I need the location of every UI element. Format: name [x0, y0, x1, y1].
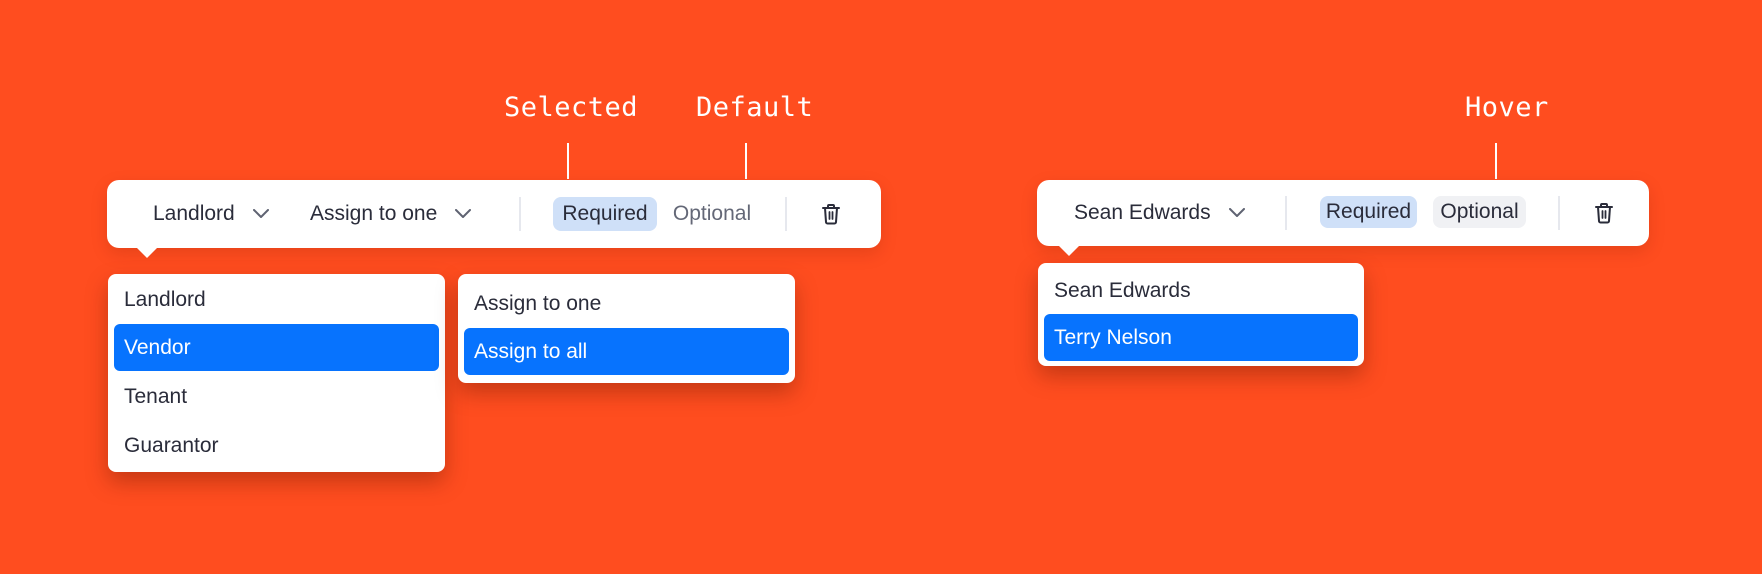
person-option-sean-edwards[interactable]: Sean Edwards — [1044, 267, 1358, 314]
assign-select[interactable]: Assign to one — [310, 180, 472, 248]
chevron-down-icon — [1228, 208, 1245, 217]
annotation-hover-line — [1495, 143, 1497, 179]
required-pill[interactable]: Required — [553, 197, 657, 231]
assign-option-one[interactable]: Assign to one — [464, 280, 789, 327]
assign-select-value: Assign to one — [310, 202, 438, 225]
required-pill[interactable]: Required — [1320, 196, 1417, 228]
person-select-value: Sean Edwards — [1074, 201, 1211, 224]
role-select[interactable]: Landlord — [153, 180, 269, 248]
left-toolbar: Landlord Assign to one Required Optional — [107, 180, 881, 258]
assign-menu: Assign to one Assign to all — [458, 274, 795, 383]
role-option-vendor[interactable]: Vendor — [114, 324, 439, 371]
toolbar-divider — [785, 197, 787, 231]
role-option-tenant[interactable]: Tenant — [114, 373, 439, 420]
person-select[interactable]: Sean Edwards — [1074, 180, 1245, 246]
right-toolbar: Sean Edwards Required Optional — [1037, 180, 1649, 256]
toolbar-divider — [1558, 196, 1560, 230]
person-menu: Sean Edwards Terry Nelson — [1038, 263, 1364, 366]
assign-option-all[interactable]: Assign to all — [464, 328, 789, 375]
person-option-terry-nelson[interactable]: Terry Nelson — [1044, 314, 1358, 361]
role-select-value: Landlord — [153, 202, 235, 225]
toolbar-divider — [1285, 196, 1287, 230]
trash-icon[interactable] — [1594, 202, 1614, 224]
role-option-guarantor[interactable]: Guarantor — [114, 422, 439, 469]
annotation-selected-line — [567, 143, 569, 179]
chevron-down-icon — [455, 209, 472, 218]
role-menu: Landlord Vendor Tenant Guarantor — [108, 274, 445, 472]
toolbar-divider — [519, 197, 521, 231]
chevron-down-icon — [252, 209, 269, 218]
role-option-landlord[interactable]: Landlord — [114, 276, 439, 323]
annotation-selected: Selected — [504, 92, 639, 123]
optional-pill[interactable]: Optional — [1433, 196, 1526, 228]
annotation-default: Default — [696, 92, 814, 123]
annotation-default-line — [745, 143, 747, 179]
optional-pill[interactable]: Optional — [664, 197, 760, 231]
annotation-hover: Hover — [1465, 92, 1549, 123]
trash-icon[interactable] — [821, 203, 841, 225]
